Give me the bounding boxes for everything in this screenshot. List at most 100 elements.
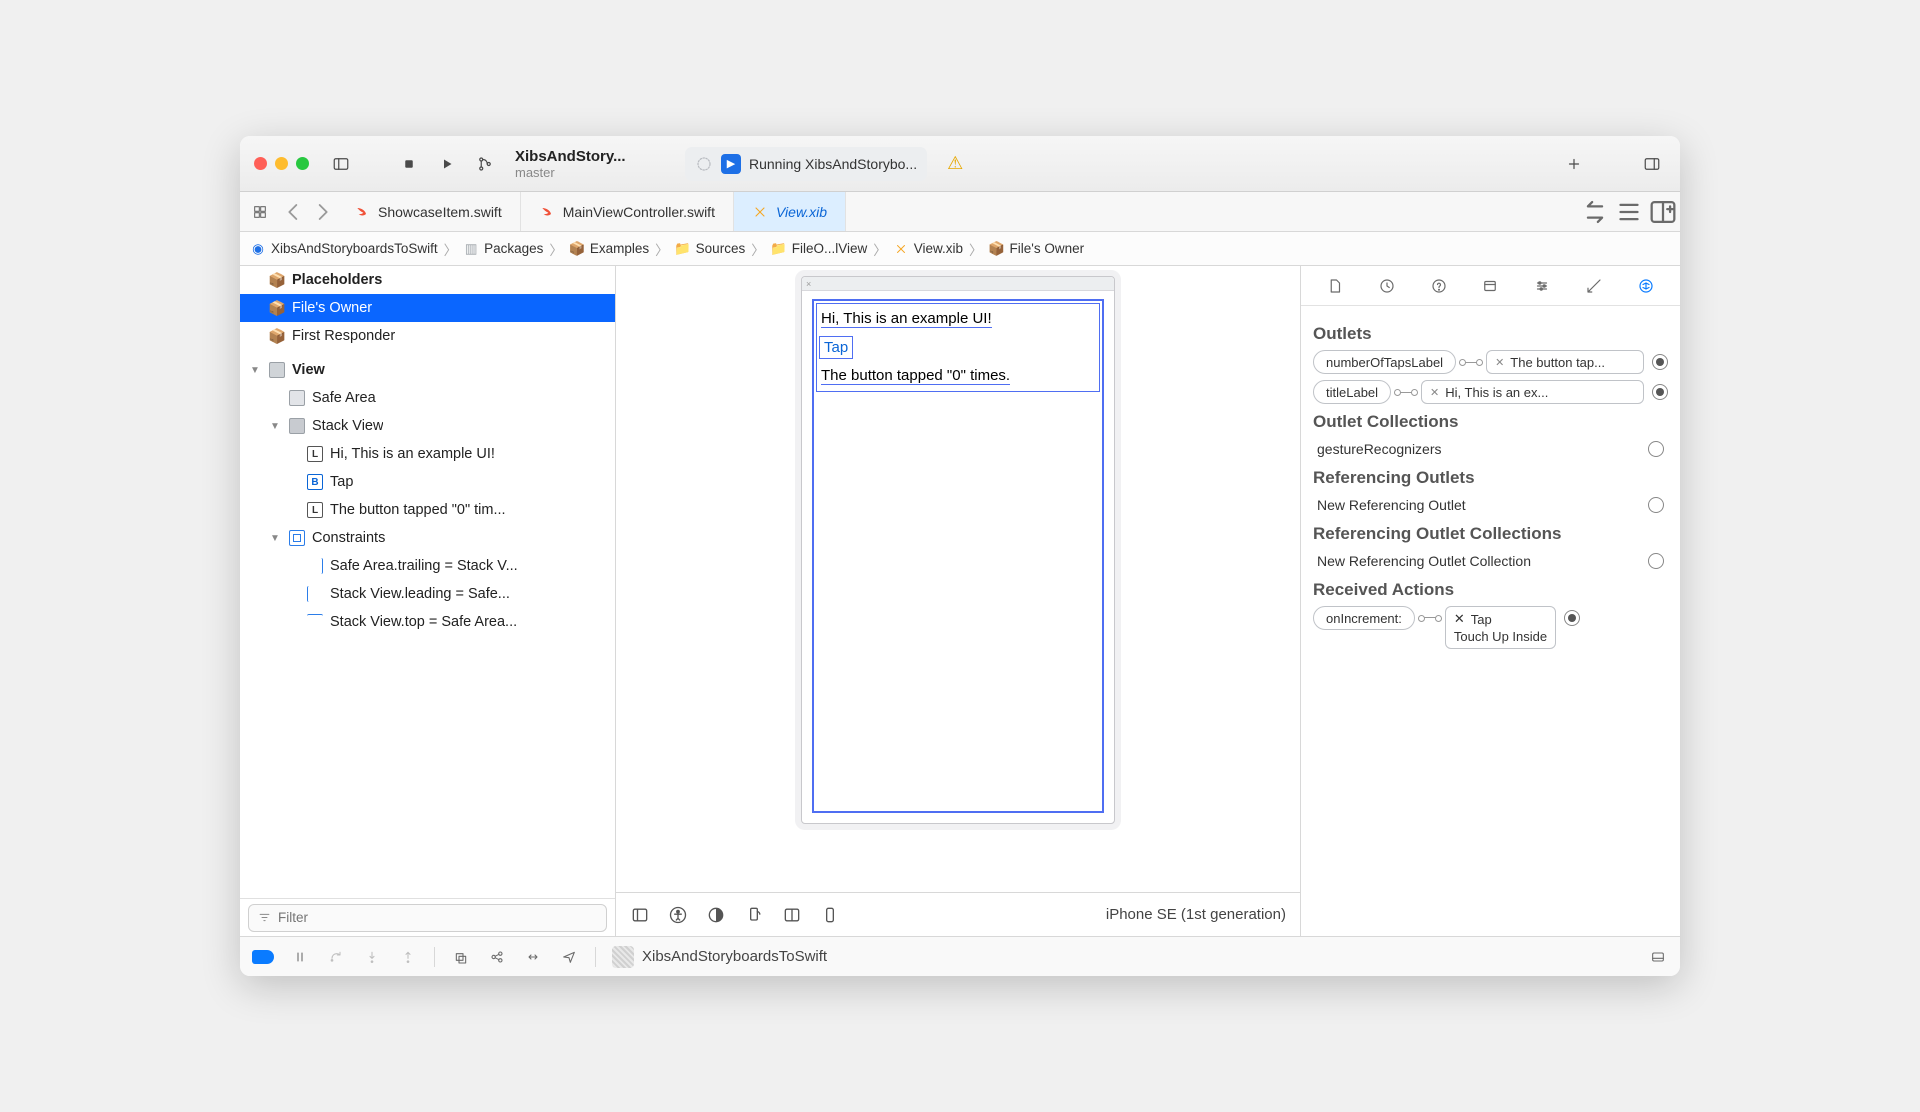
constraint-item[interactable]: Stack View.top = Safe Area...	[240, 608, 615, 636]
editor-options-lines-icon[interactable]	[1612, 195, 1646, 229]
toggle-inspector-button[interactable]	[1638, 150, 1666, 178]
new-referencing-outlet-collection-row[interactable]: New Referencing Outlet Collection	[1313, 550, 1668, 572]
orientation-icon[interactable]	[744, 905, 764, 925]
constraint-item[interactable]: Stack View.leading = Safe...	[240, 580, 615, 608]
related-items-button[interactable]	[240, 192, 280, 231]
remove-icon[interactable]: ✕	[1430, 386, 1439, 399]
step-into-icon[interactable]	[362, 947, 382, 967]
environment-overrides-icon[interactable]	[523, 947, 543, 967]
jump-sources[interactable]: 📁Sources	[675, 241, 746, 257]
stack-view-item[interactable]: ▼Stack View	[240, 412, 615, 440]
button-item[interactable]: BTap	[240, 468, 615, 496]
preview-count-label[interactable]: The button tapped "0" times.	[817, 361, 1099, 391]
jump-examples[interactable]: 📦Examples	[569, 241, 649, 257]
scheme-branch-button[interactable]	[471, 150, 499, 178]
placeholders-group[interactable]: 📦Placeholders	[240, 266, 615, 294]
connection-socket-icon[interactable]	[1648, 553, 1664, 569]
jump-file[interactable]: View.xib	[893, 241, 963, 257]
jump-bar[interactable]: ◉XibsAndStoryboardsToSwift〉 ▥Packages〉 📦…	[240, 232, 1680, 266]
zoom-window-button[interactable]	[296, 157, 309, 170]
outlet-row[interactable]: numberOfTapsLabel ✕The button tap...	[1313, 350, 1668, 374]
connection-socket-icon[interactable]	[1564, 610, 1580, 626]
view-root[interactable]: ▼View	[240, 356, 615, 384]
device-icon[interactable]	[820, 905, 840, 925]
label-item-2[interactable]: LThe button tapped "0" tim...	[240, 496, 615, 524]
disclosure-icon[interactable]: ▼	[248, 365, 262, 376]
device-name-label[interactable]: iPhone SE (1st generation)	[1106, 906, 1286, 923]
add-editor-button[interactable]	[1646, 195, 1680, 229]
outline-tree[interactable]: 📦Placeholders 📦File's Owner 📦First Respo…	[240, 266, 615, 898]
action-row[interactable]: onIncrement: ✕Tap Touch Up Inside	[1313, 606, 1668, 649]
close-icon[interactable]: ×	[806, 279, 811, 289]
outlet-row[interactable]: titleLabel ✕Hi, This is an ex...	[1313, 380, 1668, 404]
preview-tap-button[interactable]: Tap	[819, 336, 853, 359]
canvas-scroll[interactable]: × Hi, This is an example UI! Tap The but…	[616, 266, 1300, 892]
attributes-inspector-tab[interactable]	[1526, 270, 1558, 302]
outlet-name[interactable]: numberOfTapsLabel	[1313, 350, 1456, 374]
layout-split-icon[interactable]	[782, 905, 802, 925]
nav-forward-button[interactable]	[308, 198, 336, 226]
action-target[interactable]: ✕Tap Touch Up Inside	[1445, 606, 1556, 649]
connection-socket-icon[interactable]	[1648, 497, 1664, 513]
accessibility-icon[interactable]	[668, 905, 688, 925]
nav-back-button[interactable]	[280, 198, 308, 226]
tab-showcaseitem[interactable]: ShowcaseItem.swift	[336, 192, 521, 231]
editor-options-swap-icon[interactable]	[1578, 195, 1612, 229]
outlet-target[interactable]: ✕Hi, This is an ex...	[1421, 380, 1644, 404]
location-simulate-icon[interactable]	[559, 947, 579, 967]
tab-view-xib[interactable]: View.xib	[734, 192, 846, 231]
first-responder-item[interactable]: 📦First Responder	[240, 322, 615, 350]
connection-socket-icon[interactable]	[1652, 354, 1668, 370]
disclosure-icon[interactable]: ▼	[268, 533, 282, 544]
toggle-navigator-button[interactable]	[327, 150, 355, 178]
disclosure-icon[interactable]: ▼	[268, 421, 282, 432]
connections-inspector-tab[interactable]	[1630, 270, 1662, 302]
preview-title-label[interactable]: Hi, This is an example UI!	[817, 304, 1099, 334]
minimize-window-button[interactable]	[275, 157, 288, 170]
step-over-icon[interactable]	[326, 947, 346, 967]
label-item-1[interactable]: LHi, This is an example UI!	[240, 440, 615, 468]
help-inspector-tab[interactable]	[1423, 270, 1455, 302]
size-inspector-tab[interactable]	[1578, 270, 1610, 302]
history-inspector-tab[interactable]	[1371, 270, 1403, 302]
stop-button[interactable]	[395, 150, 423, 178]
identity-inspector-tab[interactable]	[1474, 270, 1506, 302]
device-frame[interactable]: × Hi, This is an example UI! Tap The but…	[801, 276, 1115, 824]
warning-icon[interactable]: ⚠︎	[947, 153, 963, 174]
debug-target[interactable]: XibsAndStoryboardsToSwift	[612, 946, 827, 968]
jump-filesowner[interactable]: 📦File's Owner	[989, 241, 1085, 257]
connection-socket-icon[interactable]	[1652, 384, 1668, 400]
remove-icon[interactable]: ✕	[1495, 356, 1504, 369]
stackview-preview[interactable]: Hi, This is an example UI! Tap The butto…	[816, 303, 1100, 392]
filter-field[interactable]	[248, 904, 607, 932]
breakpoint-toggle[interactable]	[252, 950, 274, 964]
jump-packages[interactable]: ▥Packages	[463, 241, 543, 257]
debug-memory-graph-icon[interactable]	[487, 947, 507, 967]
filter-input[interactable]	[278, 910, 598, 925]
jump-folder[interactable]: 📁FileO...lView	[771, 241, 868, 257]
run-button[interactable]	[433, 150, 461, 178]
connection-socket-icon[interactable]	[1648, 441, 1664, 457]
pause-button[interactable]	[290, 947, 310, 967]
action-name[interactable]: onIncrement:	[1313, 606, 1415, 630]
tab-mainviewcontroller[interactable]: MainViewController.swift	[521, 192, 734, 231]
new-referencing-outlet-row[interactable]: New Referencing Outlet	[1313, 494, 1668, 516]
constraints-group[interactable]: ▼Constraints	[240, 524, 615, 552]
constraint-item[interactable]: Safe Area.trailing = Stack V...	[240, 552, 615, 580]
safe-area-item[interactable]: Safe Area	[240, 384, 615, 412]
file-inspector-tab[interactable]	[1319, 270, 1351, 302]
debug-view-hierarchy-icon[interactable]	[451, 947, 471, 967]
add-button[interactable]	[1560, 150, 1588, 178]
close-window-button[interactable]	[254, 157, 267, 170]
jump-project[interactable]: ◉XibsAndStoryboardsToSwift	[250, 241, 438, 257]
step-out-icon[interactable]	[398, 947, 418, 967]
files-owner-item[interactable]: 📦File's Owner	[240, 294, 615, 322]
toggle-outline-icon[interactable]	[630, 905, 650, 925]
gesture-recognizers-row[interactable]: gestureRecognizers	[1313, 438, 1668, 460]
outlet-target[interactable]: ✕The button tap...	[1486, 350, 1644, 374]
remove-icon[interactable]: ✕	[1454, 611, 1465, 627]
run-destination[interactable]: ▶ Running XibsAndStorybo...	[685, 147, 927, 181]
outlet-name[interactable]: titleLabel	[1313, 380, 1391, 404]
appearance-icon[interactable]	[706, 905, 726, 925]
toggle-debug-area-icon[interactable]	[1648, 947, 1668, 967]
